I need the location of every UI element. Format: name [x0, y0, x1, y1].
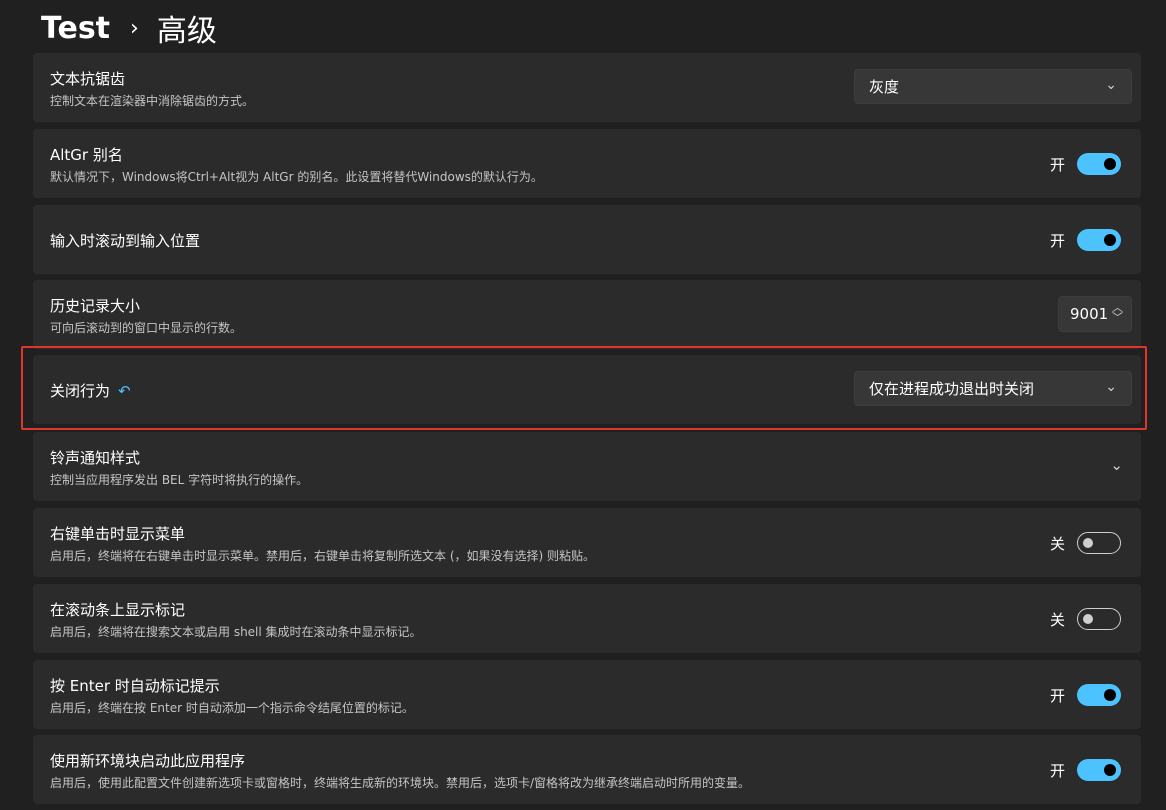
enter-mark-toggle[interactable]	[1077, 684, 1121, 706]
toggle-state-label: 开	[1049, 761, 1065, 780]
setting-title: 铃声通知样式	[50, 449, 141, 467]
toggle-knob	[1104, 689, 1116, 701]
setting-title: 使用新环境块启动此应用程序	[50, 752, 246, 770]
spinner-icon[interactable]: ︿ ﹀	[1112, 302, 1123, 323]
setting-title: AltGr 别名	[50, 146, 123, 164]
setting-card-history: 历史记录大小 可向后滚动到的窗口中显示的行数。 9001 ︿ ﹀	[33, 280, 1141, 349]
new-env-toggle[interactable]	[1077, 759, 1121, 781]
toggle-state-label: 开	[1049, 155, 1065, 174]
antialias-dropdown[interactable]: 灰度 ⌄	[854, 69, 1132, 104]
toggle-state-label: 关	[1049, 610, 1065, 629]
toggle-state-label: 关	[1049, 534, 1065, 553]
breadcrumb-separator-icon: ›	[130, 15, 139, 41]
toggle-knob	[1104, 158, 1116, 170]
toggle-knob	[1104, 234, 1116, 246]
setting-card-scrollbar-marks: 在滚动条上显示标记 启用后，终端将在搜索文本或启用 shell 集成时在滚动条中…	[33, 584, 1141, 653]
setting-description: 控制文本在渲染器中消除锯齿的方式。	[50, 94, 255, 108]
scrollbar-marks-toggle-group: 关	[1050, 608, 1121, 630]
setting-title: 输入时滚动到输入位置	[50, 232, 201, 250]
setting-description: 启用后，使用此配置文件创建新选项卡或窗格时，终端将生成新的环境块。禁用后，选项卡…	[50, 776, 751, 790]
chevron-down-icon[interactable]: ⌄	[1110, 456, 1123, 474]
page-title: 高级	[156, 14, 217, 49]
setting-title: 按 Enter 时自动标记提示	[50, 677, 220, 695]
setting-description: 启用后，终端将在搜索文本或启用 shell 集成时在滚动条中显示标记。	[50, 625, 422, 639]
setting-description: 默认情况下，Windows将Ctrl+Alt视为 AltGr 的别名。此设置将替…	[50, 170, 543, 184]
setting-description: 可向后滚动到的窗口中显示的行数。	[50, 321, 243, 335]
altgr-toggle[interactable]	[1077, 153, 1121, 175]
toggle-knob	[1083, 538, 1093, 548]
setting-description: 控制当应用程序发出 BEL 字符时将执行的操作。	[50, 473, 309, 487]
dropdown-value: 灰度	[869, 78, 900, 96]
breadcrumb-parent[interactable]: Test	[41, 11, 110, 46]
history-size-input[interactable]: 9001 ︿ ﹀	[1058, 296, 1132, 332]
altgr-toggle-group: 开	[1050, 153, 1121, 175]
setting-card-new-env: 使用新环境块启动此应用程序 启用后，使用此配置文件创建新选项卡或窗格时，终端将生…	[33, 735, 1141, 804]
new-env-toggle-group: 开	[1050, 759, 1121, 781]
scroll-input-toggle-group: 开	[1050, 229, 1121, 251]
setting-card-enter-mark: 按 Enter 时自动标记提示 启用后，终端在按 Enter 时自动添加一个指示…	[33, 660, 1141, 729]
setting-card-bell[interactable]: 铃声通知样式 控制当应用程序发出 BEL 字符时将执行的操作。 ⌄	[33, 432, 1141, 501]
right-click-toggle[interactable]	[1077, 532, 1121, 554]
setting-card-antialias: 文本抗锯齿 控制文本在渲染器中消除锯齿的方式。 灰度 ⌄	[33, 53, 1141, 122]
chevron-down-icon: ⌄	[1105, 77, 1117, 93]
toggle-state-label: 开	[1049, 231, 1065, 250]
breadcrumb: Test › 高级	[41, 4, 217, 52]
setting-card-right-click: 右键单击时显示菜单 启用后，终端将在右键单击时显示菜单。禁用后，右键单击将复制所…	[33, 508, 1141, 577]
setting-card-scroll-input: 输入时滚动到输入位置 开	[33, 205, 1141, 274]
highlight-box	[21, 346, 1147, 430]
setting-title: 在滚动条上显示标记	[50, 601, 186, 619]
setting-description: 启用后，终端将在右键单击时显示菜单。禁用后，右键单击将复制所选文本 (，如果没有…	[50, 549, 595, 563]
setting-title: 历史记录大小	[50, 297, 141, 315]
toggle-knob	[1083, 614, 1093, 624]
toggle-state-label: 开	[1049, 686, 1065, 705]
number-value: 9001	[1070, 305, 1109, 323]
right-click-toggle-group: 关	[1050, 532, 1121, 554]
setting-description: 启用后，终端在按 Enter 时自动添加一个指示命令结尾位置的标记。	[50, 701, 414, 715]
scrollbar-marks-toggle[interactable]	[1077, 608, 1121, 630]
setting-title: 右键单击时显示菜单	[50, 525, 186, 543]
scroll-input-toggle[interactable]	[1077, 229, 1121, 251]
setting-title: 文本抗锯齿	[50, 70, 126, 88]
enter-mark-toggle-group: 开	[1050, 684, 1121, 706]
setting-card-altgr: AltGr 别名 默认情况下，Windows将Ctrl+Alt视为 AltGr …	[33, 129, 1141, 198]
toggle-knob	[1104, 764, 1116, 776]
